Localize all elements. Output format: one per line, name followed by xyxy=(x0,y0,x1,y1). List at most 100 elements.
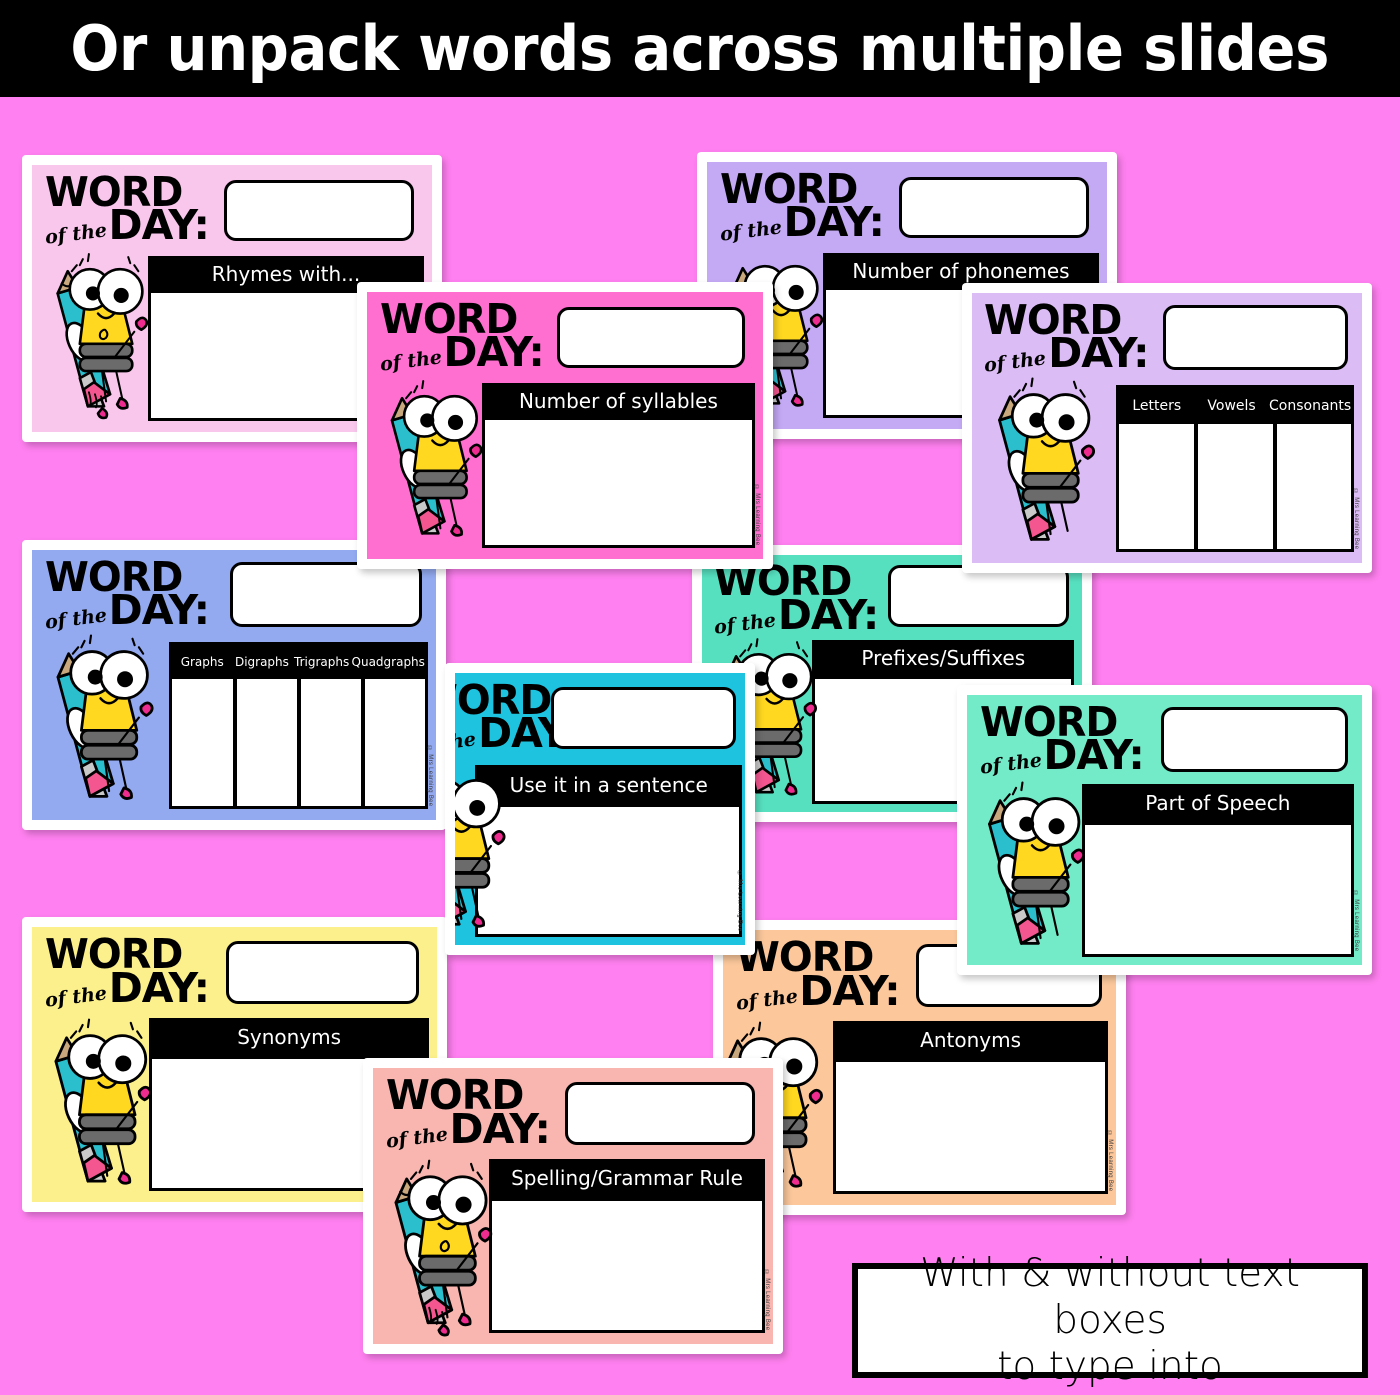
answer-area-part-of-speech[interactable] xyxy=(1081,821,1355,957)
heading-word: WORD xyxy=(44,552,183,601)
column-header-vowels: Vowels xyxy=(1207,397,1256,414)
table-body[interactable] xyxy=(1119,423,1352,550)
word-of-the-day-heading: WORD of the DAY: xyxy=(44,167,210,249)
table-header-row: Letters Vowels Consonants xyxy=(1119,388,1351,424)
card-sentence[interactable]: WORD of the DAY: Use it in a sentence xyxy=(445,663,755,955)
heading-day: DAY: xyxy=(108,586,210,635)
table-grapheme-types[interactable]: Graphs Digraphs Trigraphs Quadgraphs xyxy=(169,641,428,810)
word-of-the-day-heading: WORD of the DAY: xyxy=(978,697,1144,780)
word-of-the-day-heading: WORD of the DAY: xyxy=(44,930,210,1012)
table-cell-vowels[interactable] xyxy=(1197,423,1273,550)
word-input-part-of-speech[interactable] xyxy=(1160,707,1349,772)
heading-day: DAY: xyxy=(449,1104,551,1153)
card-letters[interactable]: WORD of the DAY: Letters Vowels Consonan… xyxy=(962,283,1372,573)
card-spelling-body: WORD of the DAY: Spelling/Grammar Rule ©… xyxy=(373,1068,773,1344)
word-input-letters[interactable] xyxy=(1163,305,1349,370)
word-of-the-day-heading: WORD of the DAY: xyxy=(713,557,879,639)
caption-line-2: to type into xyxy=(997,1343,1223,1389)
column-header-digraphs: Digraphs xyxy=(234,654,289,669)
heading-of-the: of the xyxy=(978,749,1043,780)
heading-day: DAY: xyxy=(777,590,879,639)
word-input-sentence[interactable] xyxy=(550,686,737,750)
caption-line-1: With & without text boxes xyxy=(920,1251,1300,1343)
card-syllables[interactable]: WORD of the DAY: Number of syllables © M… xyxy=(357,282,773,569)
word-of-the-day-heading: WORD of the DAY: xyxy=(719,164,885,246)
word-input-graphs[interactable] xyxy=(229,562,422,627)
page-title: Or unpack words across multiple slides xyxy=(70,12,1330,85)
column-header-quadgraphs: Quadgraphs xyxy=(351,654,425,669)
table-cell-quadgraphs[interactable] xyxy=(364,678,425,807)
heading-day: DAY: xyxy=(1043,731,1144,780)
lightbulb-pencil-mascot xyxy=(969,773,1099,965)
word-input-phonemes[interactable] xyxy=(899,176,1089,239)
table-letters-vowels-consonants[interactable]: Letters Vowels Consonants xyxy=(1116,384,1355,553)
heading-of-the: of the xyxy=(734,984,799,1015)
card-spelling[interactable]: WORD of the DAY: Spelling/Grammar Rule ©… xyxy=(363,1058,783,1354)
heading-day: DAY: xyxy=(108,963,210,1012)
card-sentence-body: WORD of the DAY: Use it in a sentence xyxy=(455,673,745,945)
table-cell-trigraphs[interactable] xyxy=(300,678,361,807)
lightbulb-pencil-mascot xyxy=(34,626,171,818)
lightbulb-pencil-mascot xyxy=(375,1151,507,1344)
heading-day: DAY: xyxy=(1048,329,1149,378)
card-label-spelling: Spelling/Grammar Rule xyxy=(511,1166,743,1191)
word-input-synonyms[interactable] xyxy=(226,940,419,1004)
copyright-text: © Mrs Learning Bee xyxy=(736,870,743,932)
heading-word: WORD xyxy=(719,164,858,213)
table-cell-letters[interactable] xyxy=(1119,423,1194,550)
table-cell-graphs[interactable] xyxy=(172,678,233,807)
slide-canvas: Or unpack words across multiple slides W… xyxy=(0,0,1400,1395)
card-graphs[interactable]: WORD of the DAY: Graphs Digraphs Trigrap… xyxy=(22,540,446,830)
column-header-trigraphs: Trigraphs xyxy=(294,654,350,669)
label-bar-spelling: Spelling/Grammar Rule xyxy=(489,1159,765,1198)
card-letters-body: WORD of the DAY: Letters Vowels Consonan… xyxy=(972,293,1362,563)
answer-area-spelling[interactable] xyxy=(489,1197,765,1333)
header-banner: Or unpack words across multiple slides xyxy=(0,0,1400,97)
card-label-rhymes: Rhymes with... xyxy=(211,261,361,286)
heading-word: WORD xyxy=(44,930,183,978)
heading-word: WORD xyxy=(714,557,852,606)
table-cell-digraphs[interactable] xyxy=(236,678,297,807)
card-label-sentence: Use it in a sentence xyxy=(509,772,708,797)
heading-of-the: of the xyxy=(43,981,109,1012)
label-bar-part-of-speech: Part of Speech xyxy=(1081,784,1355,822)
heading-of-the: of the xyxy=(384,1122,449,1153)
lightbulb-pencil-mascot xyxy=(34,1010,168,1203)
answer-area-syllables[interactable] xyxy=(481,417,756,549)
heading-of-the: of the xyxy=(43,604,109,635)
card-part-of-speech[interactable]: WORD of the DAY: Part of Speech © Mrs Le… xyxy=(957,685,1372,975)
word-of-the-day-heading: WORD of the DAY: xyxy=(734,937,900,1015)
heading-of-the: of the xyxy=(718,216,783,247)
column-header-letters: Letters xyxy=(1132,397,1182,414)
table-body[interactable] xyxy=(172,678,425,807)
table-cell-consonants[interactable] xyxy=(1276,423,1352,550)
heading-word: WORD xyxy=(979,697,1118,746)
heading-of-the: of the xyxy=(712,609,778,639)
lightbulb-pencil-mascot xyxy=(369,372,500,554)
word-input-prefixes[interactable] xyxy=(888,565,1069,627)
lightbulb-pencil-mascot xyxy=(34,245,166,427)
copyright-text: © Mrs Learning Bee xyxy=(426,746,433,807)
card-label-syllables: Number of syllables xyxy=(518,388,718,413)
heading-day: DAY: xyxy=(783,198,885,247)
lightbulb-pencil-mascot xyxy=(974,369,1114,561)
table-header-row: Graphs Digraphs Trigraphs Quadgraphs xyxy=(172,645,425,679)
card-syllables-body: WORD of the DAY: Number of syllables © M… xyxy=(367,292,763,559)
heading-of-the: of the xyxy=(455,727,478,757)
heading-of-the: of the xyxy=(378,346,443,377)
heading-word: WORD xyxy=(984,295,1122,344)
word-of-the-day-heading: WORD of the DAY: xyxy=(983,295,1149,378)
card-part-of-speech-body: WORD of the DAY: Part of Speech © Mrs Le… xyxy=(967,695,1362,965)
word-input-syllables[interactable] xyxy=(557,306,746,369)
answer-area-antonyms[interactable] xyxy=(833,1059,1109,1194)
label-bar-prefixes: Prefixes/Suffixes xyxy=(812,639,1075,676)
heading-word: WORD xyxy=(44,167,183,216)
heading-day: DAY: xyxy=(443,328,544,377)
label-bar-sentence: Use it in a sentence xyxy=(475,765,743,804)
copyright-text: © Mrs Learning Bee xyxy=(1352,489,1359,550)
word-input-spelling[interactable] xyxy=(565,1081,755,1146)
word-input-rhymes[interactable] xyxy=(224,179,414,242)
answer-area-sentence[interactable] xyxy=(475,803,743,937)
card-label-part-of-speech: Part of Speech xyxy=(1145,790,1291,815)
card-graphs-body: WORD of the DAY: Graphs Digraphs Trigrap… xyxy=(32,550,436,820)
